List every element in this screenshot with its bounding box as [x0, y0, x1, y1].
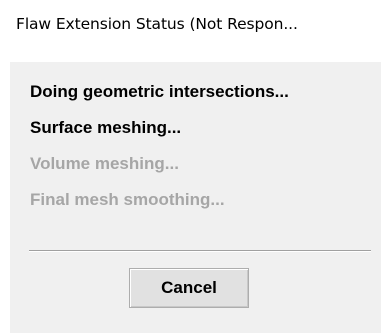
cancel-button[interactable]: Cancel — [129, 268, 249, 308]
title-bar[interactable]: Flaw Extension Status (Not Respon... — [0, 0, 381, 62]
window-title: Flaw Extension Status (Not Respon... — [16, 15, 298, 33]
status-dialog: Flaw Extension Status (Not Respon... Doi… — [0, 0, 381, 333]
separator — [29, 250, 371, 252]
step-surface-meshing: Surface meshing... — [30, 118, 182, 137]
step-final-mesh-smoothing: Final mesh smoothing... — [30, 190, 225, 209]
step-volume-meshing: Volume meshing... — [30, 154, 179, 173]
step-geometric-intersections: Doing geometric intersections... — [30, 82, 289, 101]
dialog-body: Doing geometric intersections... Surface… — [10, 62, 381, 333]
